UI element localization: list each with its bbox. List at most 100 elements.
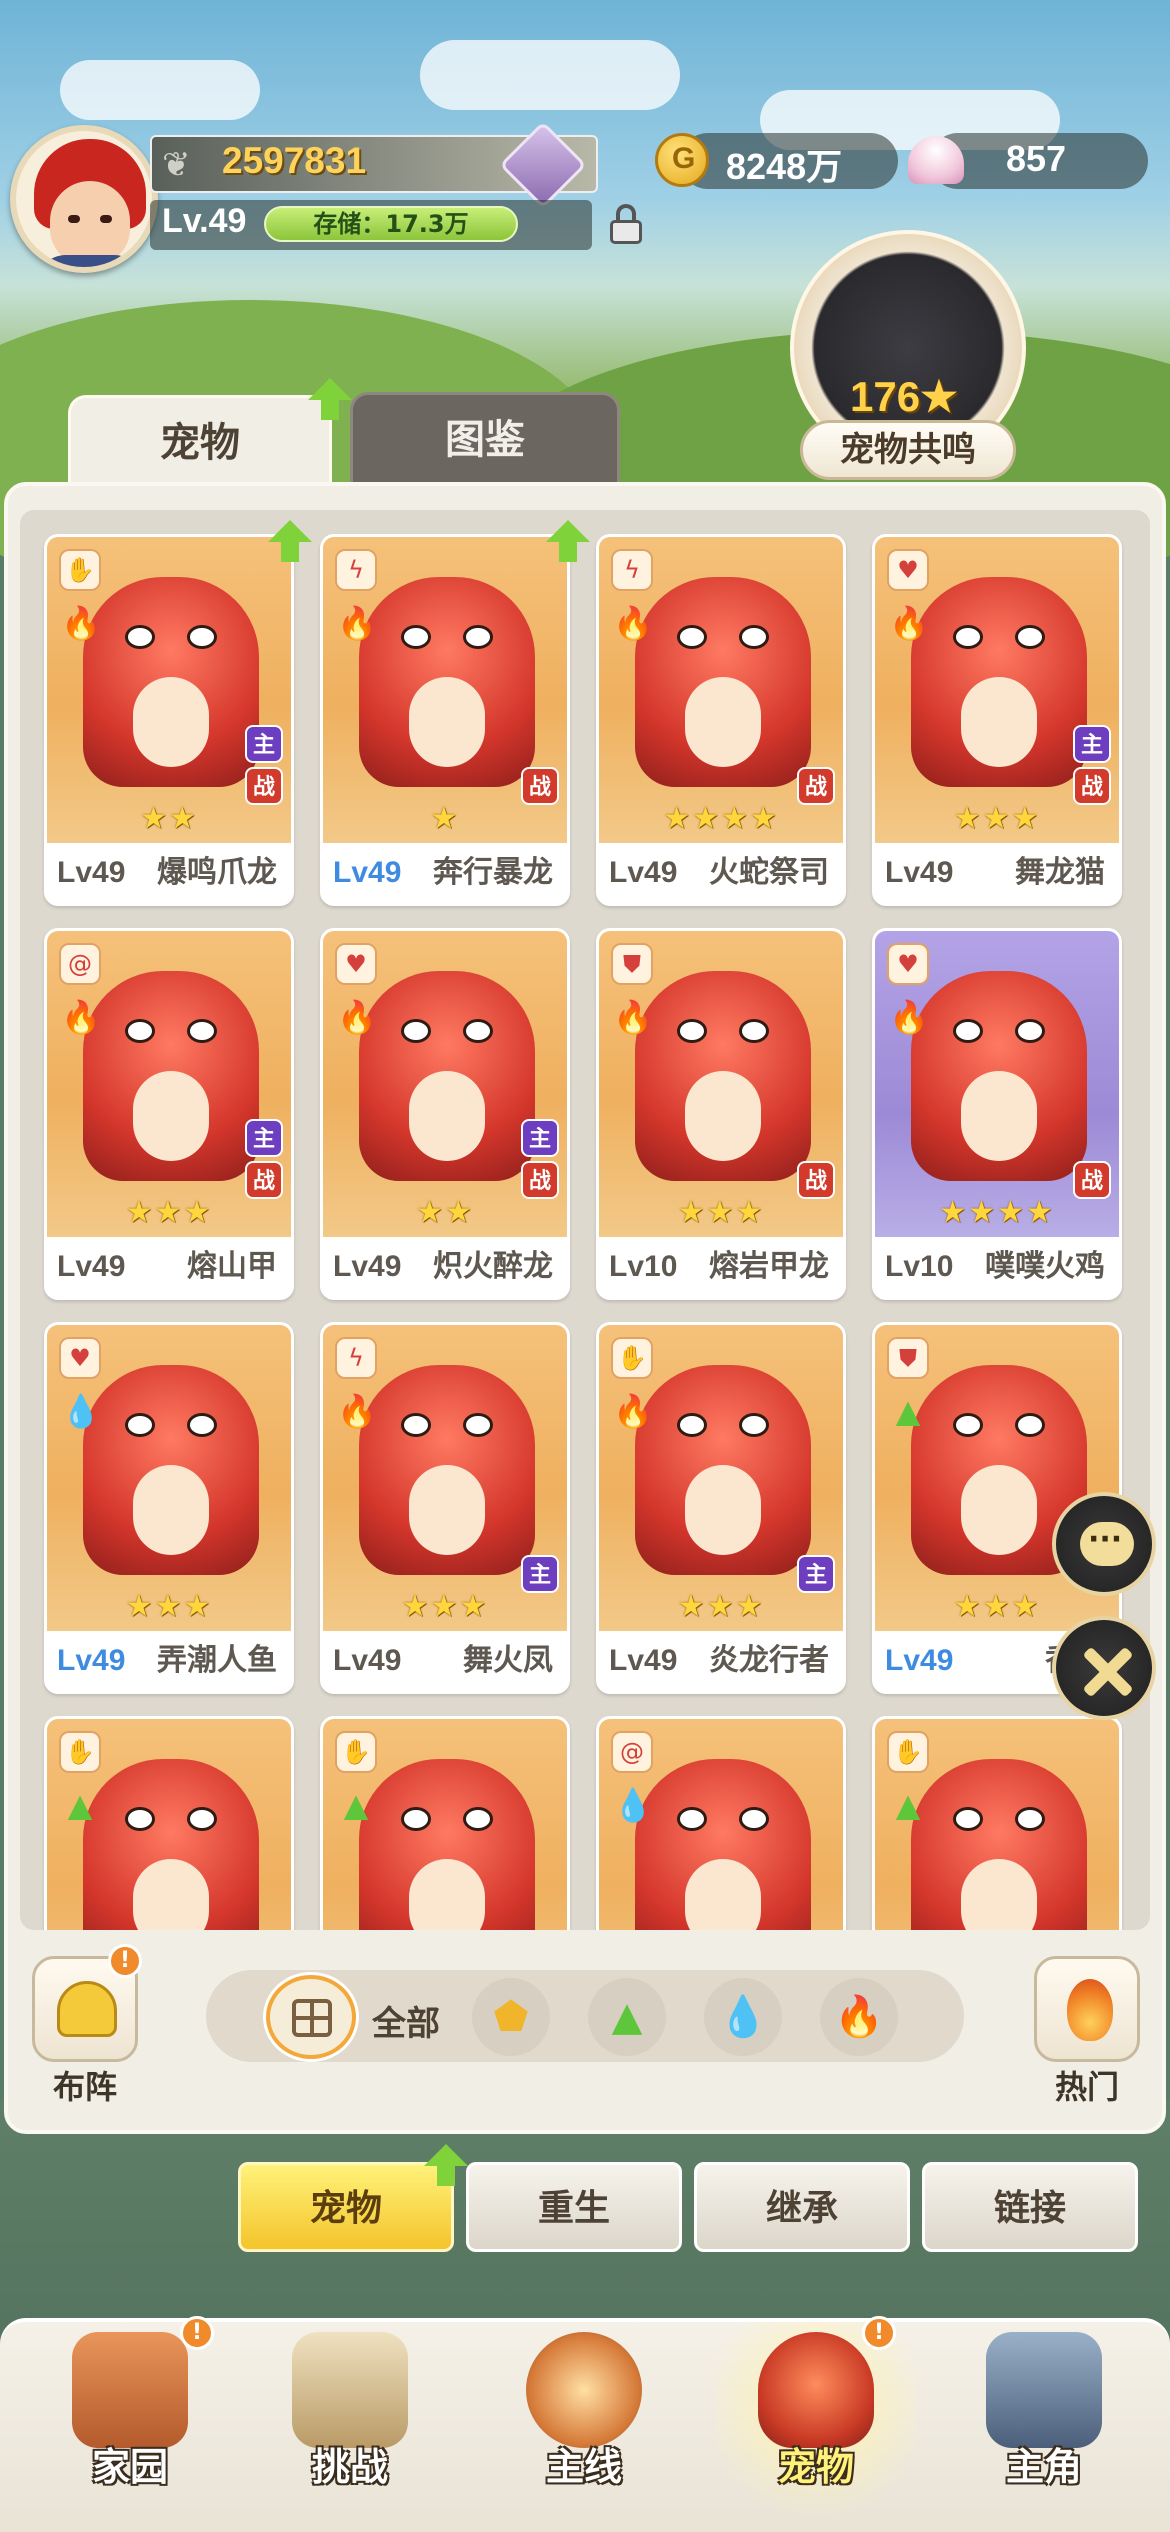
fire-element-icon: 🔥	[613, 604, 653, 642]
claw-icon: ✋	[59, 549, 101, 591]
star-rating: ★★	[140, 801, 198, 836]
pet-card[interactable]: ✋ 🔥 主 ★★★ Lv49 炎龙行者	[596, 1322, 846, 1694]
battle-button[interactable]	[1052, 1616, 1156, 1720]
star-rating: ★★★	[125, 1589, 213, 1624]
battle-tag: 战	[1073, 1161, 1111, 1199]
pet-card[interactable]: ϟ 🔥 主 ★★★ Lv49 舞火凤	[320, 1322, 570, 1694]
nav-challenge[interactable]: 挑战	[250, 2318, 450, 2532]
pet-card[interactable]: @ 🔥 主战 ★★★ Lv49 熔山甲	[44, 928, 294, 1300]
star-rating: ★★★	[953, 801, 1041, 836]
subtab-link[interactable]: 链接	[922, 2162, 1138, 2252]
combat-power: 2597831	[222, 140, 367, 181]
tab-pets[interactable]: 宠物	[68, 395, 332, 487]
upgrade-arrow-icon	[546, 520, 590, 564]
pet-name: 爆鸣爪龙	[157, 855, 277, 890]
pet-info: Lv49 弄潮人鱼	[47, 1631, 291, 1691]
pet-card[interactable]: ϟ 🔥 战 ★ Lv49 奔行暴龙	[320, 534, 570, 906]
pet-level: Lv49	[333, 1250, 402, 1283]
subtab-inherit[interactable]: 继承	[694, 2162, 910, 2252]
star-rating: ★★★	[677, 1589, 765, 1624]
main-tag: 主	[797, 1555, 835, 1593]
team-icon	[57, 1981, 117, 2037]
nav-home[interactable]: 家园	[30, 2318, 230, 2532]
nav-main-quest[interactable]: 主线	[484, 2318, 684, 2532]
hot-button[interactable]	[1034, 1956, 1140, 2062]
gold-coin-icon	[655, 133, 709, 187]
flame-icon	[1067, 1979, 1113, 2041]
fire-element-icon: 🔥	[337, 998, 377, 1036]
water-element-icon: 💧	[61, 1392, 101, 1430]
filter-all-label: 全部	[372, 2004, 440, 2044]
pet-info: Lv49 炎龙行者	[599, 1631, 843, 1691]
player-level: Lv.49	[162, 202, 247, 240]
tab-codex[interactable]: 图鉴	[350, 392, 620, 484]
pet-dragon-icon	[758, 2332, 874, 2448]
bolt-icon: ϟ	[335, 1337, 377, 1379]
heart-icon: ♥	[335, 943, 377, 985]
pet-level: Lv49	[333, 1644, 402, 1677]
fire-icon: 🔥	[834, 1994, 884, 2040]
grid-icon	[292, 1999, 332, 2037]
filter-all-button[interactable]	[266, 1975, 356, 2059]
pet-card[interactable]: ✋ ▲	[320, 1716, 570, 1930]
filter-grass-button[interactable]: ▲	[588, 1978, 666, 2056]
player-avatar[interactable]	[10, 125, 158, 273]
pet-card[interactable]: ✋ 🔥 主战 ★★ Lv49 爆鸣爪龙	[44, 534, 294, 906]
filter-water-button[interactable]: 💧	[704, 1978, 782, 2056]
shell-icon	[908, 136, 964, 184]
pet-level: Lv49	[609, 1644, 678, 1677]
nav-main-quest-label: 主线	[545, 2445, 622, 2489]
battle-tag: 战	[797, 767, 835, 805]
pet-card[interactable]: ♥ 🔥 战 ★★★★ Lv10 噗噗火鸡	[872, 928, 1122, 1300]
upgrade-arrow-icon	[308, 378, 352, 422]
shield-icon: ⛊	[887, 1337, 929, 1379]
water-element-icon: 💧	[613, 1786, 653, 1824]
pet-card[interactable]: ϟ 🔥 战 ★★★★ Lv49 火蛇祭司	[596, 534, 846, 906]
pet-card[interactable]: ⛊ 🔥 战 ★★★ Lv10 熔岩甲龙	[596, 928, 846, 1300]
main-tag: 主	[245, 1119, 283, 1157]
pet-card[interactable]: @ 💧	[596, 1716, 846, 1930]
claw-icon: ✋	[611, 1337, 653, 1379]
fire-element-icon: 🔥	[613, 1392, 653, 1430]
fire-element-icon: 🔥	[337, 1392, 377, 1430]
pet-info: Lv10 噗噗火鸡	[875, 1237, 1119, 1297]
pet-info: Lv49 奔行暴龙	[323, 843, 567, 903]
fire-element-icon: 🔥	[613, 998, 653, 1036]
upgrade-arrow-icon	[424, 2144, 468, 2188]
formation-badge: !	[108, 1944, 142, 1978]
home-meat-icon	[72, 2332, 188, 2448]
main-tag: 主	[521, 1119, 559, 1157]
lock-icon[interactable]	[608, 204, 644, 244]
nav-pets-badge: !	[862, 2316, 896, 2350]
chat-button[interactable]	[1052, 1492, 1156, 1596]
pet-info: Lv49 炽火醉龙	[323, 1237, 567, 1297]
filter-fire-button[interactable]: 🔥	[820, 1978, 898, 2056]
nav-hero[interactable]: 主角	[944, 2318, 1144, 2532]
pet-level: Lv49	[57, 1644, 126, 1677]
star-rating: ★★★★	[939, 1195, 1055, 1230]
wings-icon: ❦	[162, 145, 191, 185]
fire-element-icon: 🔥	[889, 604, 929, 642]
challenge-board-icon	[292, 2332, 408, 2448]
pet-card[interactable]: ✋ ▲	[872, 1716, 1122, 1930]
star-rating: ★★★	[125, 1195, 213, 1230]
pet-card[interactable]: ♥ 🔥 主战 ★★★ Lv49 舞龙猫	[872, 534, 1122, 906]
subtab-rebirth[interactable]: 重生	[466, 2162, 682, 2252]
pet-card[interactable]: ✋ ▲	[44, 1716, 294, 1930]
pet-info: Lv49 熔山甲	[47, 1237, 291, 1297]
nav-home-badge: !	[180, 2316, 214, 2350]
filter-rock-button[interactable]: ⬟	[472, 1978, 550, 2056]
pet-level: Lv49	[57, 856, 126, 889]
pet-card[interactable]: ♥ 🔥 主战 ★★ Lv49 炽火醉龙	[320, 928, 570, 1300]
pet-level: Lv10	[609, 1250, 678, 1283]
battle-tag: 战	[521, 767, 559, 805]
battle-tag: 战	[521, 1161, 559, 1199]
subtab-pets[interactable]: 宠物	[238, 2162, 454, 2252]
swirl-icon: @	[611, 1731, 653, 1773]
rock-icon: ⬟	[493, 1994, 529, 2040]
nav-pets[interactable]: 宠物	[716, 2318, 916, 2532]
pet-card[interactable]: ♥ 💧 ★★★ Lv49 弄潮人鱼	[44, 1322, 294, 1694]
nav-hero-label: 主角	[1005, 2445, 1082, 2489]
pet-grid[interactable]: ✋ 🔥 主战 ★★ Lv49 爆鸣爪龙 ϟ 🔥 战 ★ Lv49 奔行暴龙 ϟ 🔥 战 ★★★★ Lv49 火蛇祭…	[20, 510, 1150, 1930]
gold-amount: 8248万	[726, 146, 843, 187]
